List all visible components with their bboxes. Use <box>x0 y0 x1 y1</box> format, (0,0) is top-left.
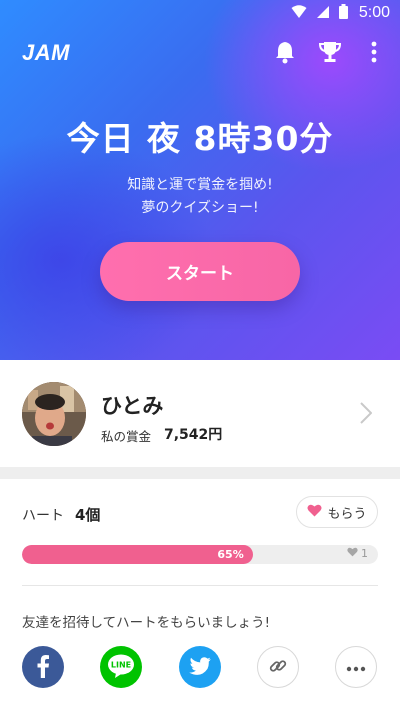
hero-subtitle-2: 夢のクイズショー! <box>141 200 259 216</box>
small-heart-icon <box>347 547 358 560</box>
share-row: LINE <box>22 646 378 688</box>
trophy-icon[interactable] <box>318 40 342 64</box>
wifi-icon <box>291 4 307 23</box>
line-share-button[interactable]: LINE <box>100 646 142 688</box>
app-bar: JAM <box>0 36 400 70</box>
divider <box>22 585 378 586</box>
copy-link-button[interactable] <box>257 646 299 688</box>
signal-icon <box>316 4 330 23</box>
profile-name: ひとみ <box>101 394 164 418</box>
more-horiz-icon <box>346 660 366 675</box>
hearts-progress-bar: 65% 1 <box>22 545 378 564</box>
status-bar: 5:00 <box>0 0 400 26</box>
more-vert-icon[interactable] <box>362 40 386 64</box>
invite-text: 友達を招待してハートをもらいましょう! <box>22 615 271 631</box>
start-button[interactable]: スタート <box>100 242 300 301</box>
hero-subtitle-1: 知識と運で賞金を掴め! <box>127 177 273 193</box>
prize-value: 7,542円 <box>164 427 223 443</box>
progress-cap: 1 <box>347 547 368 560</box>
progress-percent: 65% <box>217 548 244 561</box>
avatar <box>22 382 86 446</box>
section-divider <box>0 467 400 479</box>
show-time-title: 今日 夜 8時30分 <box>66 119 334 158</box>
chevron-right-icon <box>360 402 373 428</box>
progress-cap-value: 1 <box>361 547 368 560</box>
facebook-icon <box>36 654 50 681</box>
status-time: 5:00 <box>358 4 390 21</box>
battery-icon <box>338 3 348 23</box>
bell-icon[interactable] <box>273 40 297 64</box>
get-hearts-button[interactable]: もらう <box>296 496 378 528</box>
app-logo: JAM <box>22 40 70 65</box>
twitter-icon <box>189 656 211 678</box>
hero-banner: 5:00 JAM 今日 夜 8時30分 知識と運で賞金を掴め! 夢のクイズショー… <box>0 0 400 360</box>
heart-icon <box>307 504 322 521</box>
hearts-label: ハート <box>22 508 64 524</box>
prize-label: 私の賞金 <box>101 429 152 444</box>
facebook-share-button[interactable] <box>22 646 64 688</box>
svg-text:LINE: LINE <box>111 660 131 669</box>
hearts-count: 4個 <box>75 506 101 524</box>
hearts-section: ハート 4個 もらう 65% 1 友達を招待してハートをもらいましょう! LIN… <box>0 479 400 710</box>
twitter-share-button[interactable] <box>179 646 221 688</box>
line-icon: LINE <box>107 654 135 681</box>
more-share-button[interactable] <box>335 646 377 688</box>
profile-card[interactable]: ひとみ 私の賞金 7,542円 <box>0 360 400 467</box>
link-icon <box>268 656 288 679</box>
get-hearts-label: もらう <box>327 506 367 522</box>
